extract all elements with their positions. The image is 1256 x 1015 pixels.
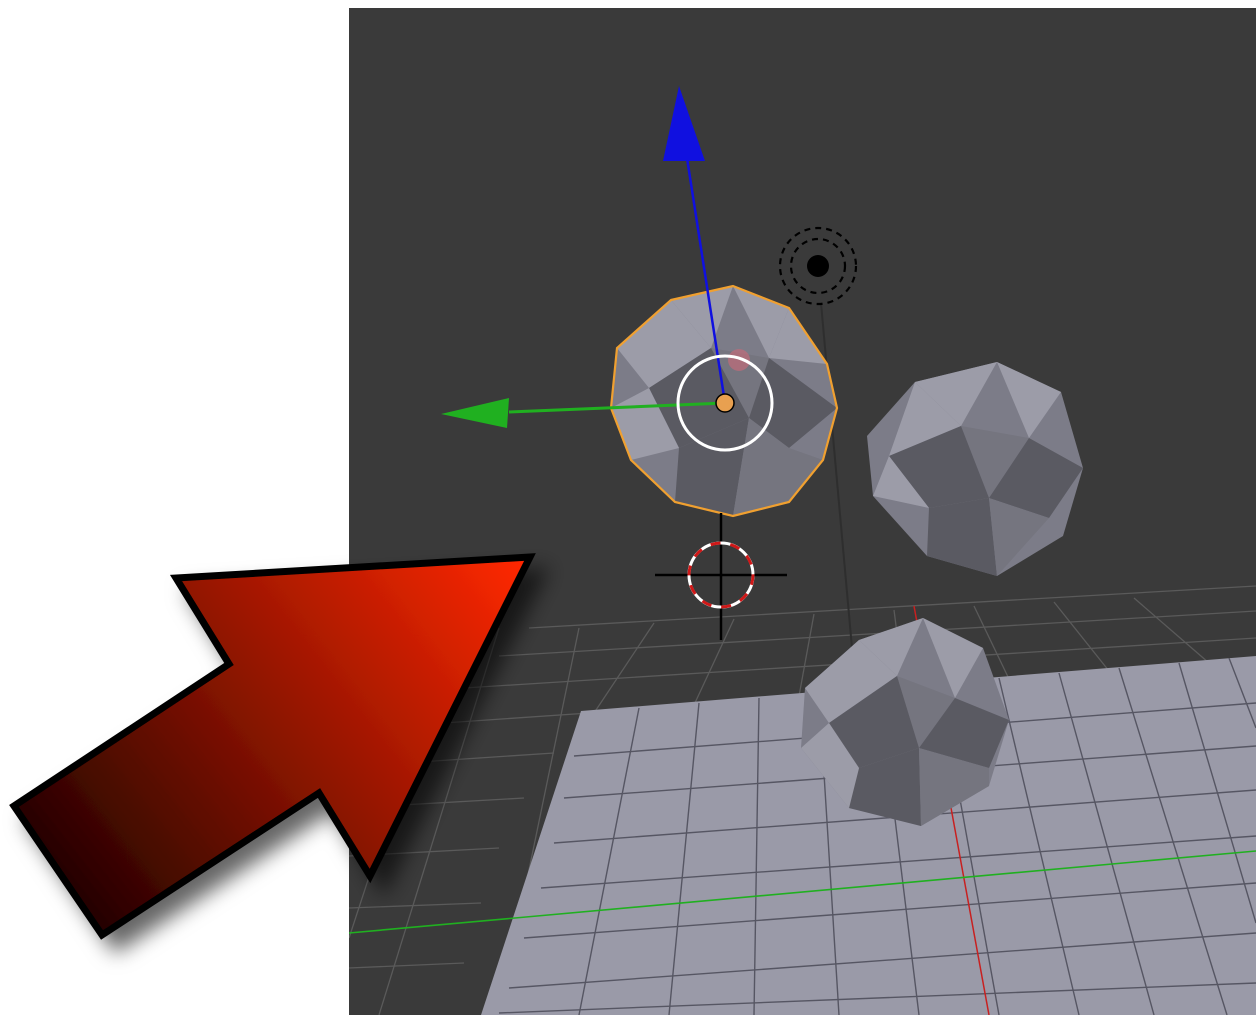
- red-arrow-callout: [9, 553, 536, 940]
- callout-arrow-shape: [9, 553, 536, 940]
